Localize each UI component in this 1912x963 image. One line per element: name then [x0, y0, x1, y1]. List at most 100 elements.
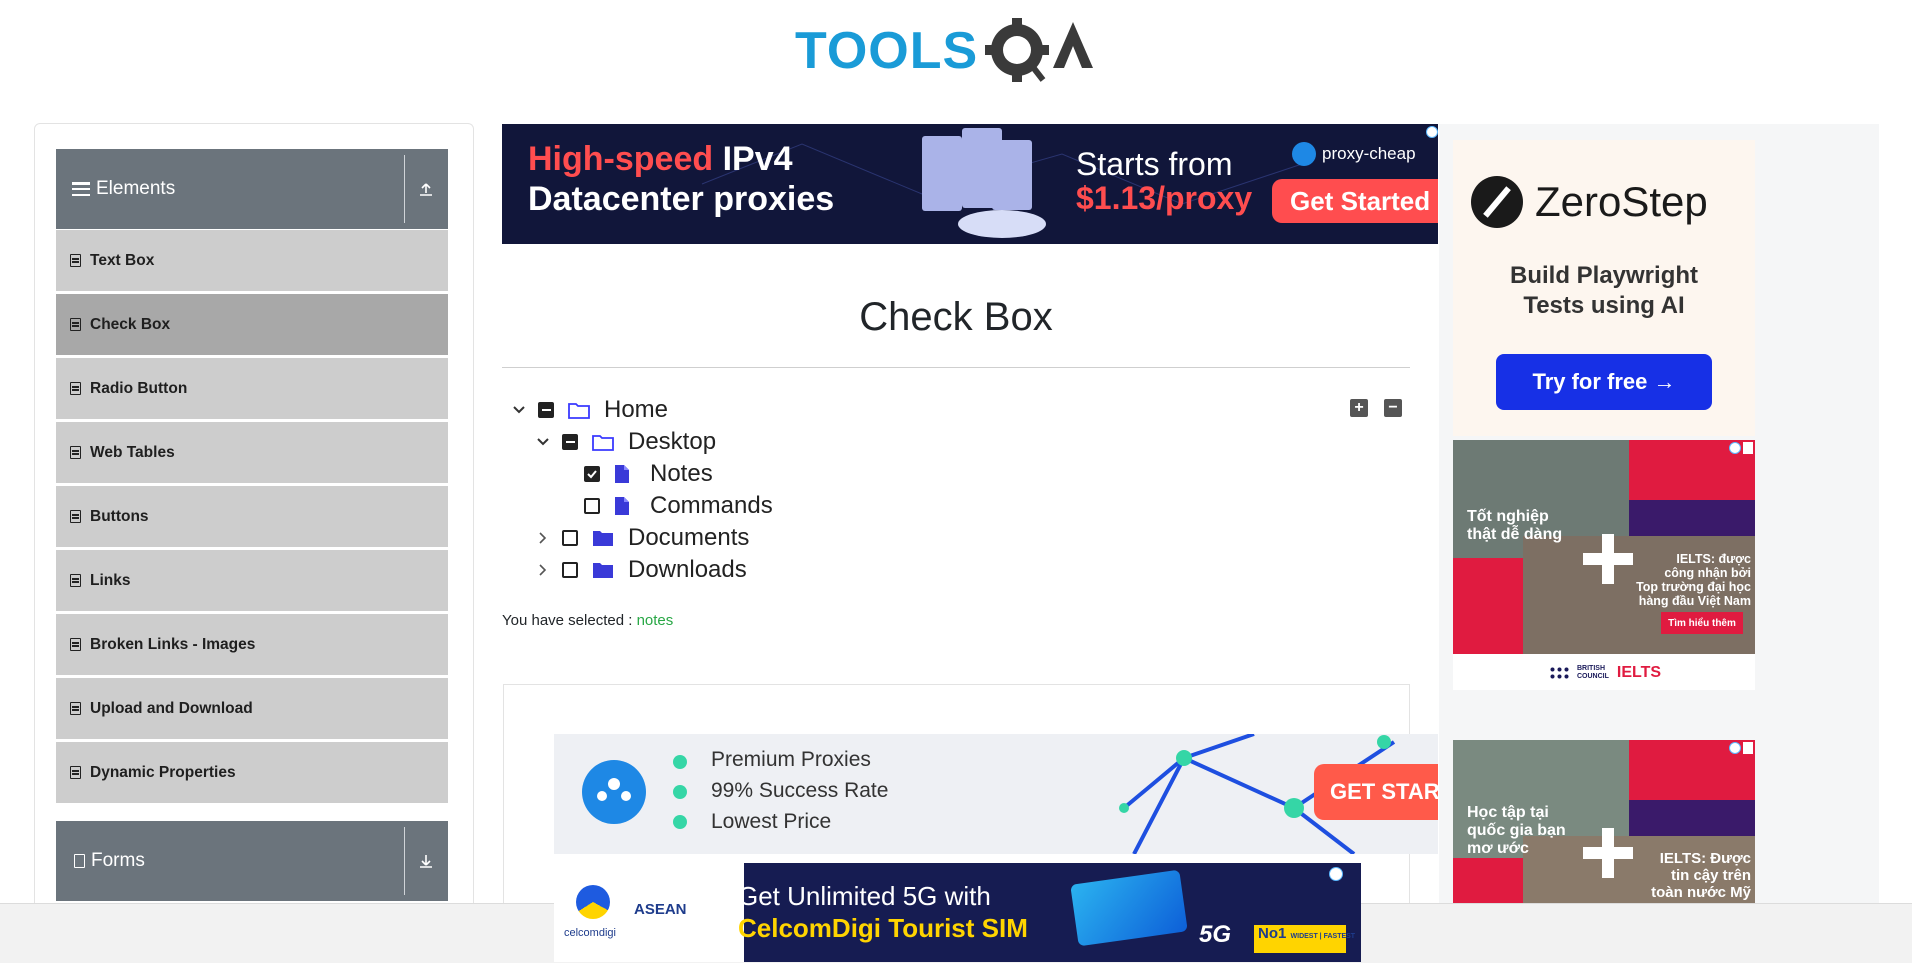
checkbox-notes[interactable]: [584, 466, 600, 482]
divider: [404, 155, 405, 223]
ad-right-line-3: Top trường đại học: [1636, 580, 1751, 594]
tree-label-downloads[interactable]: Downloads: [628, 556, 747, 584]
collapse-icon[interactable]: [414, 149, 438, 229]
chevron-right-icon[interactable]: [534, 561, 552, 579]
expand-all-button[interactable]: +: [1350, 399, 1368, 417]
menu-item-label: Upload and Download: [90, 699, 253, 717]
ad-feature-1: Premium Proxies: [711, 748, 871, 771]
ad-menu-icon[interactable]: [1743, 742, 1753, 754]
ad-block: [1629, 800, 1755, 836]
menu-item-radio-button[interactable]: Radio Button: [56, 358, 448, 419]
document-icon: [70, 382, 81, 395]
menu-item-buttons[interactable]: Buttons: [56, 486, 448, 547]
menu-item-check-box[interactable]: Check Box: [56, 294, 448, 355]
bc-logo-text: BRITISH COUNCIL: [1577, 665, 1609, 681]
elements-menu: Text Box Check Box Radio Button Web Tabl…: [56, 230, 448, 806]
group-title: Elements: [96, 178, 176, 199]
celcom-brand: celcomdigi: [564, 927, 616, 939]
checkbox-downloads[interactable]: [562, 562, 578, 578]
document-icon: [70, 254, 81, 267]
ad-headline-a: High-speed: [528, 140, 714, 178]
ad-info-icon[interactable]: [1729, 442, 1741, 454]
menu-item-label: Broken Links - Images: [90, 635, 256, 653]
british-council-dots-icon: [1549, 666, 1569, 680]
document-icon: [70, 574, 81, 587]
ad-right-line-2: công nhận bởi: [1664, 566, 1751, 580]
proxy-ad-2[interactable]: Premium Proxies 99% Success Rate Lowest …: [554, 734, 1438, 854]
ad-right-text: IELTS: được công nhận bởi Top trường đại…: [1623, 552, 1751, 608]
folder-icon: [592, 528, 614, 548]
checkbox-commands[interactable]: [584, 498, 600, 514]
menu-item-label: Text Box: [90, 251, 155, 269]
checkbox-desktop[interactable]: [562, 434, 578, 450]
asean-logo: ASEAN: [634, 901, 687, 918]
menu-item-upload-download[interactable]: Upload and Download: [56, 678, 448, 739]
checkbox-documents[interactable]: [562, 530, 578, 546]
proxy-cheap-ad[interactable]: High-speed IPv4 Datacenter proxies Start…: [502, 124, 1438, 244]
zerostep-line-1: Build Playwright: [1509, 262, 1698, 289]
gear-icon: [985, 18, 1049, 82]
toolsqa-logo[interactable]: TOOLS: [795, 14, 1125, 90]
tree-label-notes[interactable]: Notes: [650, 460, 713, 488]
chevron-down-icon[interactable]: [510, 401, 528, 419]
expand-icon[interactable]: [414, 821, 438, 901]
tree-label-commands[interactable]: Commands: [650, 492, 773, 520]
menu-item-text-box[interactable]: Text Box: [56, 230, 448, 291]
zerostep-cta-button[interactable]: Try for free →: [1496, 354, 1712, 410]
ad-headline-b: IPv4: [722, 140, 793, 178]
menu-item-web-tables[interactable]: Web Tables: [56, 422, 448, 483]
group-elements-header[interactable]: Elements: [56, 149, 448, 229]
tree-label-documents[interactable]: Documents: [628, 524, 749, 552]
tree-label-desktop[interactable]: Desktop: [628, 428, 716, 456]
zerostep-ad[interactable]: ZeroStep Build Playwright Tests using AI…: [1453, 140, 1755, 436]
ad-right-line-4: hàng đầu Việt Nam: [1638, 594, 1751, 608]
bc-logo-line-1: BRITISH: [1577, 665, 1605, 672]
group-forms-header[interactable]: Forms: [56, 821, 448, 901]
document-icon: [70, 318, 81, 331]
collapse-all-button[interactable]: −: [1384, 399, 1402, 417]
british-council-ad-1[interactable]: Tốt nghiệp thật dễ dàng IELTS: được công…: [1453, 440, 1755, 690]
folder-open-icon: [592, 432, 614, 452]
menu-item-broken-links[interactable]: Broken Links - Images: [56, 614, 448, 675]
document-icon: [70, 702, 81, 715]
form-icon: [74, 854, 85, 868]
bc-logo-line-2: COUNCIL: [1577, 673, 1609, 680]
group-title: Forms: [91, 850, 145, 871]
file-icon: [614, 464, 636, 484]
chevron-down-icon[interactable]: [534, 433, 552, 451]
chevron-right-icon[interactable]: [534, 529, 552, 547]
header: TOOLS: [0, 0, 1912, 110]
menu-item-label: Radio Button: [90, 379, 188, 397]
ad-text-3: mơ ước: [1467, 840, 1529, 857]
ad-feature-2: 99% Success Rate: [711, 779, 889, 802]
menu-item-links[interactable]: Links: [56, 550, 448, 611]
menu-item-dynamic-properties[interactable]: Dynamic Properties: [56, 742, 448, 803]
zerostep-line-2: Tests using AI: [1523, 292, 1685, 319]
celcomdigi-ad[interactable]: celcomdigi ASEAN Get Unlimited 5G with C…: [554, 863, 1361, 962]
ad-info-icon[interactable]: [1329, 867, 1343, 881]
ad-headline-c: Datacenter proxies: [528, 180, 835, 218]
document-icon: [70, 510, 81, 523]
ad-right-line-1: IELTS: Được: [1659, 850, 1751, 867]
ad-right-line-1: IELTS: được: [1676, 552, 1751, 566]
document-icon: [70, 446, 81, 459]
ad-cta-button[interactable]: GET START: [1314, 764, 1438, 820]
celcom-logo-icon: [576, 885, 610, 919]
tree-label-home[interactable]: Home: [604, 396, 668, 424]
document-icon: [70, 638, 81, 651]
ad-badge-label: No1: [1258, 925, 1287, 942]
ad-learn-more-button[interactable]: Tìm hiểu thêm: [1661, 612, 1743, 634]
tree-node-desktop: Desktop: [534, 427, 716, 457]
brand-icon: [582, 760, 646, 824]
ad-info-icon[interactable]: [1426, 126, 1438, 138]
checkbox-home[interactable]: [538, 402, 554, 418]
ad-menu-icon[interactable]: [1743, 442, 1753, 454]
ad-cta-button[interactable]: Get Started: [1272, 179, 1438, 223]
ad-text-2: quốc gia bạn: [1467, 822, 1566, 839]
ielts-logo: IELTS: [1616, 664, 1662, 681]
ad-starts: Starts from: [1076, 146, 1233, 182]
folder-open-icon: [568, 400, 590, 420]
ad-info-icon[interactable]: [1729, 742, 1741, 754]
menu-item-label: Check Box: [90, 315, 171, 333]
ad-right-text: IELTS: Được tin cậy trên toàn nước Mỹ: [1623, 850, 1751, 901]
